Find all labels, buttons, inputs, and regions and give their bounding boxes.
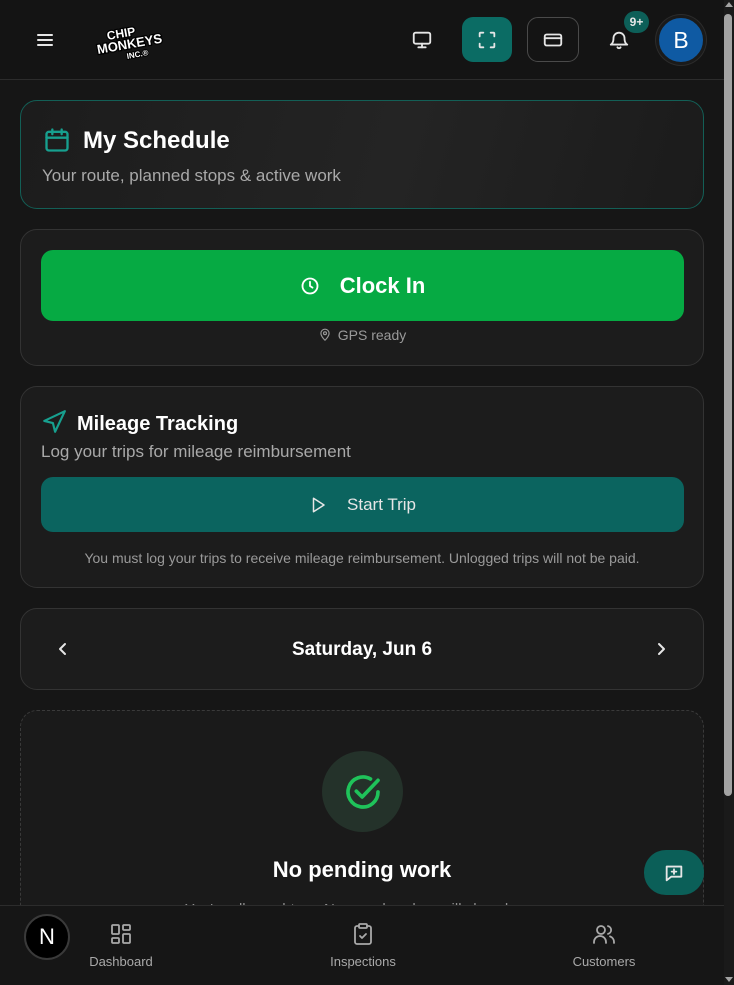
date-navigator: Saturday, Jun 6 <box>20 608 704 690</box>
fullscreen-button[interactable] <box>462 17 512 62</box>
credit-card-icon <box>543 33 563 46</box>
start-trip-button[interactable]: Start Trip <box>41 477 684 532</box>
nav-inspections-label: Inspections <box>330 954 396 969</box>
dashboard-grid-icon <box>111 924 131 944</box>
nav-customers-label: Customers <box>572 954 636 969</box>
bell-icon <box>609 31 629 49</box>
monitor-icon <box>412 31 432 48</box>
calendar-icon <box>45 128 69 152</box>
bottom-navigation: Dashboard Inspections Customers <box>0 905 724 985</box>
mileage-tracking-card: Mileage Tracking Log your trips for mile… <box>20 386 704 588</box>
payment-card-button[interactable] <box>527 17 579 62</box>
desktop-view-button[interactable] <box>396 17 448 62</box>
users-icon <box>593 925 615 944</box>
top-header: CHIP MONKEYS INC.® 9+ B <box>0 0 724 80</box>
nav-customers[interactable]: Customers <box>544 906 664 985</box>
scroll-down-arrow[interactable] <box>725 977 733 982</box>
scroll-up-arrow[interactable] <box>725 2 733 7</box>
mileage-note: You must log your trips to receive milea… <box>84 550 640 566</box>
company-logo[interactable]: CHIP MONKEYS INC.® <box>94 18 168 62</box>
chevron-right-icon <box>658 643 665 655</box>
notification-count-badge: 9+ <box>624 11 649 33</box>
page-subtitle: Your route, planned stops & active work <box>42 166 341 185</box>
clipboard-check-icon <box>354 923 372 945</box>
clock-icon <box>301 277 319 294</box>
gps-status: GPS ready <box>21 327 703 343</box>
next-day-button[interactable] <box>647 634 675 664</box>
menu-icon <box>37 34 53 46</box>
start-trip-label: Start Trip <box>347 494 416 514</box>
current-date: Saturday, Jun 6 <box>291 639 433 660</box>
dev-tools-badge[interactable]: N <box>24 914 70 960</box>
nav-dashboard[interactable]: Dashboard <box>61 906 181 985</box>
scrollbar-thumb[interactable] <box>724 14 732 796</box>
feedback-chat-button[interactable] <box>644 850 704 895</box>
navigation-icon <box>43 410 66 433</box>
mileage-title: Mileage Tracking <box>77 413 239 435</box>
clock-in-label: Clock In <box>339 272 426 298</box>
empty-state-badge <box>322 751 403 832</box>
nav-dashboard-label: Dashboard <box>89 954 153 969</box>
clock-in-card: Clock In GPS ready <box>20 229 704 366</box>
menu-button[interactable] <box>33 27 57 53</box>
empty-state-title: No pending work <box>272 857 452 882</box>
map-pin-icon <box>320 328 330 341</box>
nav-inspections[interactable]: Inspections <box>303 906 423 985</box>
gps-status-label: GPS ready <box>337 327 407 343</box>
clock-in-button[interactable]: Clock In <box>41 250 684 321</box>
check-circle-icon <box>345 774 380 809</box>
page-title: My Schedule <box>83 127 230 154</box>
schedule-header-card: My Schedule Your route, planned stops & … <box>20 100 704 209</box>
fullscreen-icon <box>478 31 496 48</box>
chip-monkeys-logo: CHIP MONKEYS INC.® <box>95 23 165 62</box>
message-plus-icon <box>665 865 683 881</box>
mileage-subtitle: Log your trips for mileage reimbursement <box>41 442 351 461</box>
user-avatar[interactable]: B <box>656 15 706 65</box>
play-icon <box>312 497 325 512</box>
